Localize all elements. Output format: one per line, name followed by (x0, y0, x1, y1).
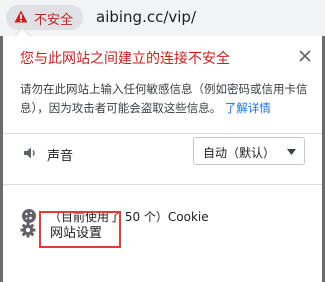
learn-more-link[interactable]: 了解详情 (225, 101, 271, 115)
security-description: 请勿在此网站上输入任何敏感信息（例如密码或信用卡信息），因为攻击者可能会盗取这些… (20, 80, 310, 118)
sound-setting-select[interactable]: 自动（默认） (193, 137, 305, 165)
close-icon[interactable] (298, 49, 312, 63)
popup-title: 您与此网站之间建立的连接不安全 (20, 51, 230, 67)
security-chip[interactable]: 不安全 (6, 5, 83, 30)
security-chip-label: 不安全 (34, 13, 74, 28)
sound-setting-value: 自动（默认） (203, 146, 276, 160)
gear-icon[interactable] (20, 222, 36, 238)
speaker-icon (24, 147, 35, 159)
warning-icon (14, 10, 28, 23)
site-settings-button[interactable]: 网站设置 (39, 211, 121, 248)
site-settings-label: 网站设置 (50, 226, 103, 241)
address-bar: 不安全 aibing.cc/vip/ (0, 0, 325, 36)
divider (3, 133, 322, 134)
dropdown-arrow-icon (287, 149, 296, 155)
sound-label: 声音 (47, 149, 74, 164)
site-info-popup: 您与此网站之间建立的连接不安全 请勿在此网站上输入任何敏感信息（例如密码或信用卡… (3, 27, 322, 282)
divider (3, 184, 322, 185)
url-text[interactable]: aibing.cc/vip/ (96, 8, 196, 26)
